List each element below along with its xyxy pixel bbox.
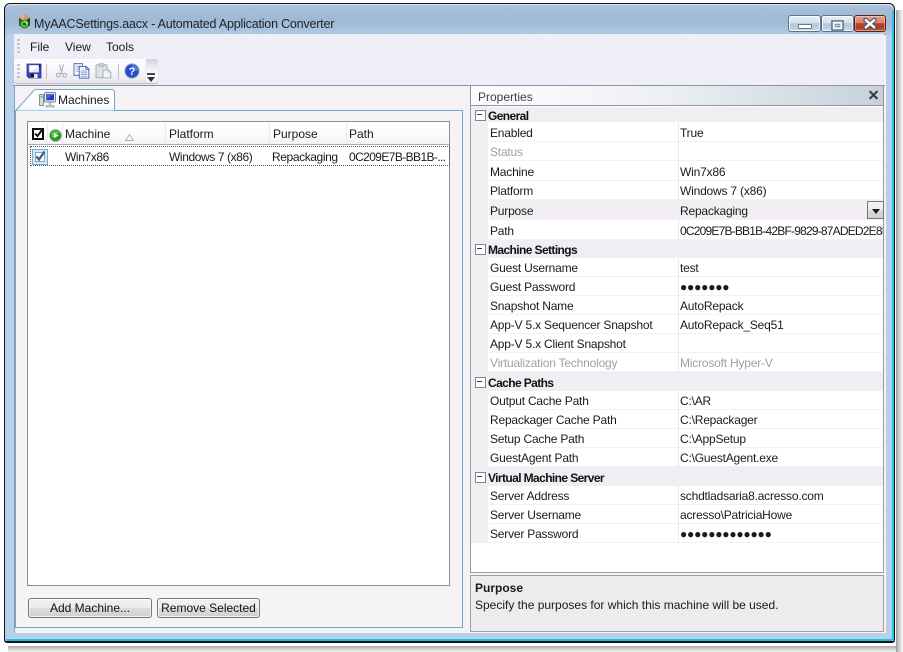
svg-text:?: ? [129, 66, 136, 78]
